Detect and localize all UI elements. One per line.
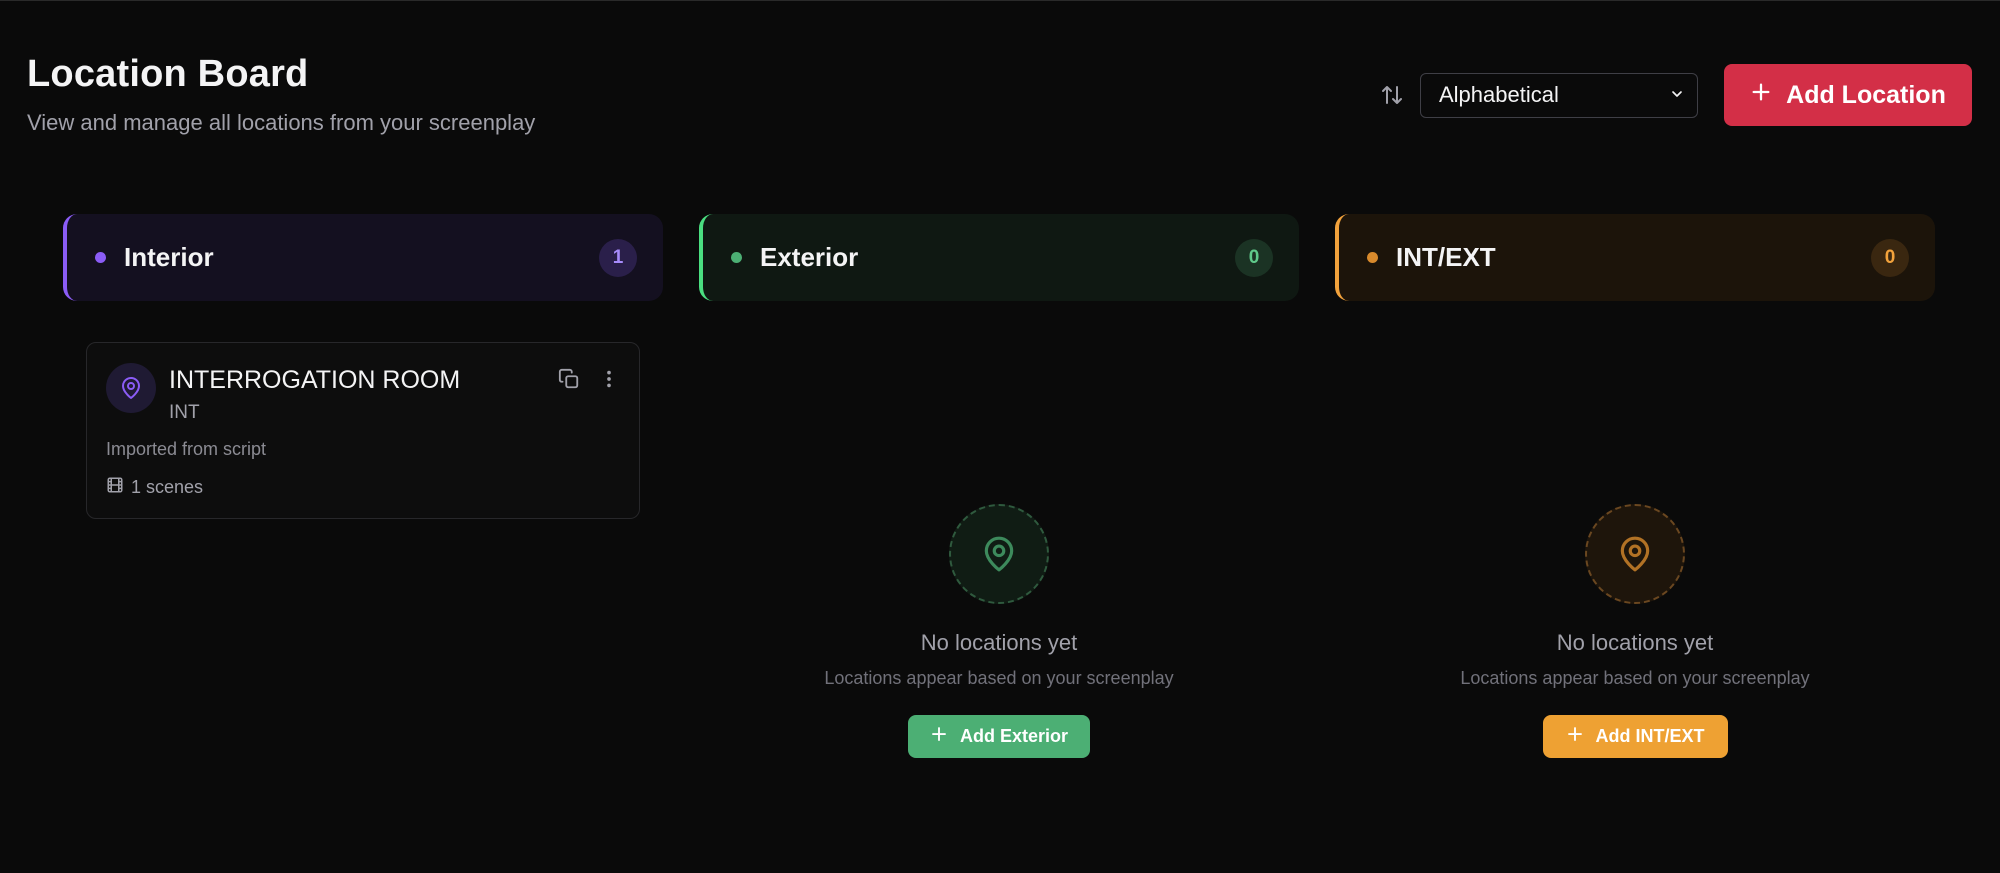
chevron-down-icon xyxy=(1669,82,1685,108)
location-type: INT xyxy=(169,402,200,423)
header-controls: Alphabetical Add Location xyxy=(1378,64,1972,126)
empty-state: No locations yet Locations appear based … xyxy=(1335,504,1935,758)
empty-subtitle: Locations appear based on your screenpla… xyxy=(824,668,1174,688)
column-int-ext: INT/EXT 0 No locations yet Locations app… xyxy=(1335,214,1935,758)
column-title: INT/EXT xyxy=(1396,242,1496,272)
status-dot xyxy=(95,252,106,263)
add-exterior-button[interactable]: Add Exterior xyxy=(908,715,1090,758)
scene-count: 1 scenes xyxy=(131,477,204,497)
film-icon xyxy=(106,476,124,499)
plus-icon xyxy=(930,725,948,748)
arrows-up-down-icon[interactable] xyxy=(1378,81,1406,109)
add-int-ext-label: Add INT/EXT xyxy=(1595,726,1705,746)
map-pin-icon xyxy=(1585,504,1685,604)
copy-icon[interactable] xyxy=(557,367,581,391)
column-exterior: Exterior 0 No locations yet Locations ap… xyxy=(699,214,1299,758)
location-name: INTERROGATION ROOM xyxy=(169,366,461,394)
status-dot xyxy=(731,252,742,263)
column-header-exterior: Exterior 0 xyxy=(699,214,1299,301)
add-location-label: Add Location xyxy=(1786,80,1946,109)
location-actions xyxy=(557,367,621,391)
empty-title: No locations yet xyxy=(1556,630,1714,655)
empty-title: No locations yet xyxy=(920,630,1078,655)
column-header-interior: Interior 1 xyxy=(63,214,663,301)
plus-icon xyxy=(1750,81,1772,110)
location-scenes: 1 scenes xyxy=(106,476,203,499)
column-interior: Interior 1 INTERROGATION ROOM INT Import… xyxy=(63,214,663,519)
plus-icon xyxy=(1566,725,1584,748)
add-exterior-label: Add Exterior xyxy=(959,726,1069,746)
map-pin-icon xyxy=(949,504,1049,604)
page-subtitle: View and manage all locations from your … xyxy=(27,110,536,135)
sort-select[interactable]: Alphabetical xyxy=(1420,72,1698,118)
empty-subtitle: Locations appear based on your screenpla… xyxy=(1460,668,1810,688)
page-header: Location Board View and manage all locat… xyxy=(27,53,535,136)
column-header-int-ext: INT/EXT 0 xyxy=(1335,214,1935,301)
page-title: Location Board xyxy=(27,53,309,95)
map-pin-icon xyxy=(106,363,156,413)
more-vertical-icon[interactable] xyxy=(597,367,621,391)
location-card[interactable]: INTERROGATION ROOM INT Imported from scr… xyxy=(86,342,640,519)
add-int-ext-button[interactable]: Add INT/EXT xyxy=(1542,715,1728,758)
sort-select-value: Alphabetical xyxy=(1439,82,1559,107)
column-title: Interior xyxy=(124,242,214,272)
empty-state: No locations yet Locations appear based … xyxy=(699,504,1299,758)
status-dot xyxy=(1367,252,1378,263)
count-badge: 1 xyxy=(599,238,637,277)
column-title: Exterior xyxy=(760,242,859,272)
location-description: Imported from script xyxy=(106,439,267,459)
count-badge: 0 xyxy=(1235,238,1273,277)
add-location-button[interactable]: Add Location xyxy=(1724,64,1972,126)
count-badge: 0 xyxy=(1871,238,1909,277)
